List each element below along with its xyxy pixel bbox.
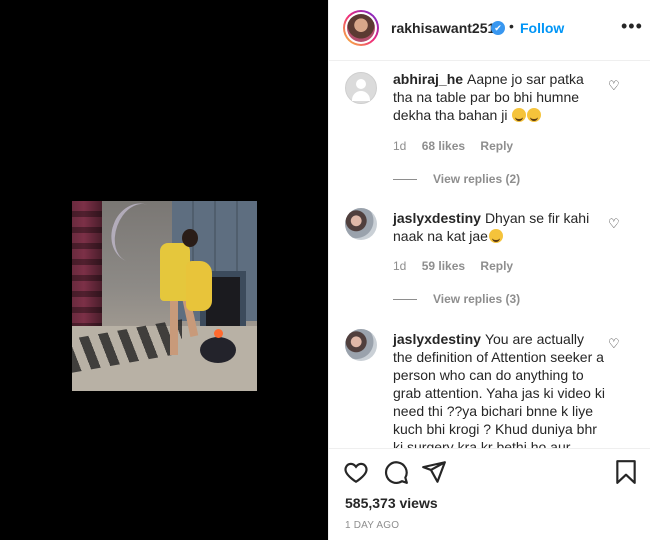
comment-like-heart-icon[interactable]: ♡: [608, 78, 620, 94]
media-area: [0, 0, 328, 540]
reply-button[interactable]: Reply: [480, 139, 513, 153]
comment-likes[interactable]: 68 likes: [422, 139, 465, 153]
comment-age: 1d: [393, 259, 407, 273]
share-icon[interactable]: [421, 459, 447, 485]
reply-button[interactable]: Reply: [480, 259, 513, 273]
comment-icon[interactable]: [383, 459, 409, 485]
comments-list[interactable]: abhiraj_he Aapne jo sar patka tha na tabl…: [329, 62, 650, 448]
separator-dot: •: [509, 18, 514, 34]
comment-username[interactable]: abhiraj_he: [393, 71, 463, 87]
comment-username[interactable]: jaslyxdestiny: [393, 331, 481, 347]
view-replies-button[interactable]: View replies (2): [393, 172, 520, 186]
follow-button[interactable]: Follow: [520, 20, 564, 36]
post-username[interactable]: rakhisawant2511: [391, 20, 502, 36]
comment-likes[interactable]: 59 likes: [422, 259, 465, 273]
avatar[interactable]: [345, 208, 377, 240]
comment-like-heart-icon[interactable]: ♡: [608, 216, 620, 232]
laughing-emoji-icon: [512, 108, 527, 122]
instagram-post-modal: rakhisawant2511 ✔ • Follow ••• abhiraj_h…: [0, 0, 650, 540]
avatar[interactable]: [343, 10, 379, 46]
smile-emoji-icon: [488, 229, 503, 243]
avatar[interactable]: [345, 72, 377, 104]
view-replies-button[interactable]: View replies (3): [393, 292, 520, 306]
heart-icon[interactable]: [343, 459, 369, 485]
comment-username[interactable]: jaslyxdestiny: [393, 210, 481, 226]
comment-meta: 1d 59 likes Reply: [393, 259, 525, 273]
comment-text: You are actually the definition of Atten…: [393, 331, 605, 448]
comment-age: 1d: [393, 139, 407, 153]
video-player[interactable]: [72, 201, 257, 391]
avatar[interactable]: [345, 329, 377, 361]
post-date[interactable]: 1 DAY AGO: [345, 520, 399, 531]
comment-meta: 1d 68 likes Reply: [393, 139, 525, 153]
post-sidebar: rakhisawant2511 ✔ • Follow ••• abhiraj_h…: [328, 0, 650, 540]
post-header: rakhisawant2511 ✔ • Follow •••: [329, 0, 650, 61]
more-options-icon[interactable]: •••: [621, 16, 643, 37]
laughing-emoji-icon: [527, 108, 542, 122]
verified-badge-icon: ✔: [491, 21, 505, 35]
post-actions: 585,373 views 1 DAY AGO: [329, 448, 650, 540]
bookmark-icon[interactable]: [613, 459, 639, 485]
comment-like-heart-icon[interactable]: ♡: [608, 336, 620, 352]
view-count[interactable]: 585,373 views: [345, 495, 438, 511]
